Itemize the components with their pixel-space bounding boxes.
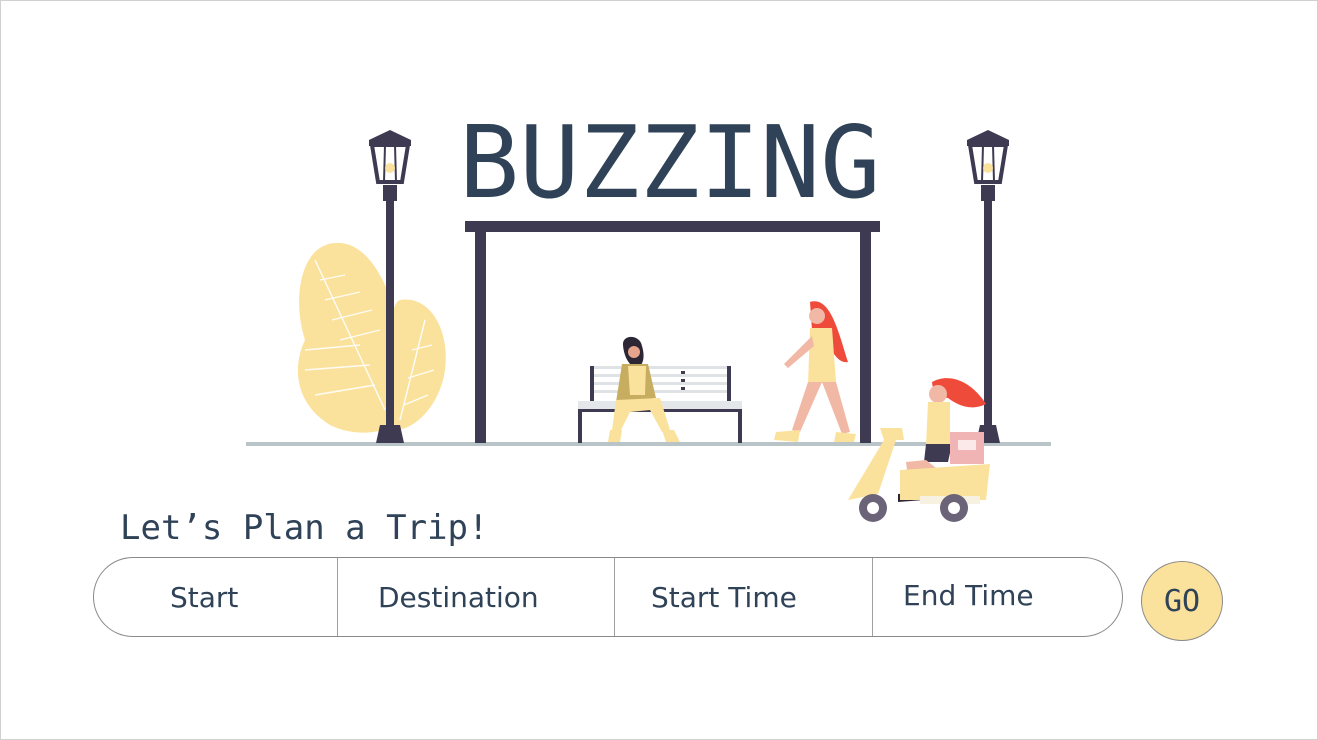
start-field[interactable]: Start bbox=[94, 558, 337, 636]
trip-heading: Let’s Plan a Trip! bbox=[120, 508, 489, 548]
trip-search-bar: Start Destination Start Time End Time bbox=[93, 557, 1123, 637]
plant-icon bbox=[297, 242, 446, 433]
go-button[interactable]: GO bbox=[1141, 561, 1223, 641]
start-time-field[interactable]: Start Time bbox=[614, 558, 872, 636]
seated-person-figure bbox=[608, 336, 680, 442]
brand-title: BUZZING bbox=[459, 104, 881, 221]
walking-person-figure bbox=[774, 301, 856, 442]
end-time-field[interactable]: End Time bbox=[872, 558, 1122, 636]
destination-field[interactable]: Destination bbox=[337, 558, 614, 636]
